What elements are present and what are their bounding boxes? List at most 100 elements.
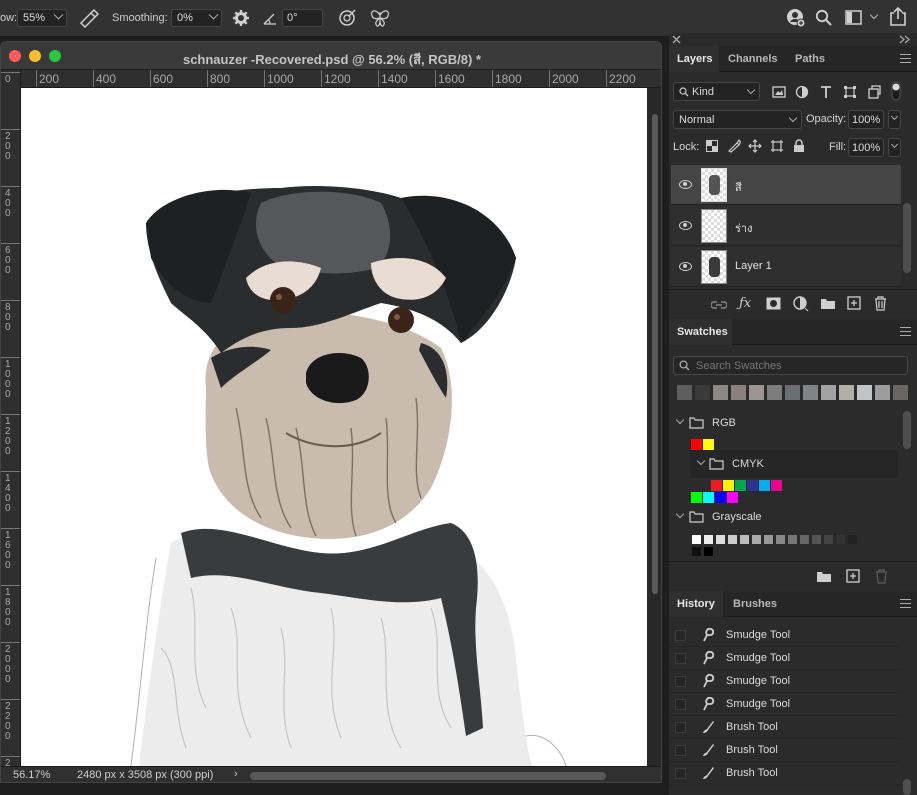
swatch[interactable] [767, 385, 782, 400]
layer-row[interactable]: Layer 1 [671, 247, 901, 287]
history-snapshot-checkbox[interactable] [675, 676, 686, 687]
layer-row[interactable]: สี [671, 165, 901, 205]
history-item[interactable]: Smudge Tool [669, 670, 901, 693]
layers-scrollbar[interactable] [903, 203, 911, 273]
search-swatches-input[interactable]: Search Swatches [673, 356, 908, 375]
swatch[interactable] [821, 385, 836, 400]
history-scrollbar[interactable] [903, 779, 911, 795]
swatch[interactable] [823, 534, 834, 545]
history-item[interactable]: Brush Tool [669, 762, 901, 785]
history-snapshot-checkbox[interactable] [675, 653, 686, 664]
swatch[interactable] [787, 534, 798, 545]
tab-swatches[interactable]: Swatches [669, 319, 732, 345]
swatch[interactable] [835, 534, 846, 545]
adjustment-layer-icon[interactable] [793, 296, 809, 312]
swatch[interactable] [785, 385, 800, 400]
smoothing-dropdown[interactable]: 0% [171, 9, 222, 27]
lock-all-icon[interactable] [793, 139, 805, 153]
new-swatch-icon[interactable] [846, 569, 860, 583]
link-layers-icon[interactable] [711, 298, 727, 312]
swatch[interactable] [691, 439, 702, 450]
swatch[interactable] [691, 534, 702, 545]
add-mask-icon[interactable] [766, 297, 781, 310]
search-icon[interactable] [815, 9, 833, 27]
swatch[interactable] [723, 480, 734, 491]
airbrush-icon[interactable] [78, 8, 100, 28]
collapse-panels-icon[interactable] [899, 35, 911, 44]
swatch[interactable] [713, 385, 728, 400]
swatch[interactable] [747, 480, 758, 491]
filter-smart-object-icon[interactable] [867, 85, 881, 99]
swatch[interactable] [893, 385, 908, 400]
angle-input[interactable]: 0° [282, 9, 323, 27]
filter-toggle-icon[interactable] [891, 81, 901, 101]
layer-filter-kind[interactable]: Kind [673, 82, 760, 101]
user-add-icon[interactable] [786, 8, 806, 28]
document-canvas[interactable] [21, 88, 647, 766]
panel-menu-icon[interactable] [900, 54, 911, 63]
swatch[interactable] [739, 534, 750, 545]
swatch-group-rgb[interactable]: RGB [669, 415, 901, 435]
swatch[interactable] [735, 480, 746, 491]
opacity-dropdown-button[interactable] [888, 110, 901, 129]
zoom-level[interactable]: 56.17% [13, 769, 50, 781]
swatch[interactable] [727, 492, 738, 503]
tab-channels[interactable]: Channels [720, 46, 786, 72]
visibility-eye-icon[interactable] [679, 221, 692, 230]
swatch[interactable] [875, 385, 890, 400]
visibility-eye-icon[interactable] [679, 180, 692, 189]
close-icon[interactable] [672, 35, 681, 44]
fx-icon[interactable]: ƒx [739, 296, 751, 311]
swatch[interactable] [811, 534, 822, 545]
swatch[interactable] [711, 480, 722, 491]
tab-layers[interactable]: Layers [669, 46, 719, 72]
swatch[interactable] [703, 534, 714, 545]
history-item[interactable]: Brush Tool [669, 739, 901, 762]
filter-shape-icon[interactable] [843, 85, 857, 99]
lock-image-pixels-icon[interactable] [727, 139, 741, 153]
history-item[interactable]: Brush Tool [669, 716, 901, 739]
new-group-icon[interactable] [820, 297, 836, 310]
new-layer-icon[interactable] [847, 296, 861, 310]
lock-transparent-pixels-icon[interactable] [706, 140, 718, 152]
swatch[interactable] [703, 439, 714, 450]
tab-paths[interactable]: Paths [787, 46, 833, 72]
swatch[interactable] [763, 534, 774, 545]
filter-type-icon[interactable] [819, 85, 833, 99]
swatch-group-cmyk[interactable]: CMYK [690, 450, 898, 478]
swatch[interactable] [775, 534, 786, 545]
swatch[interactable] [847, 534, 858, 545]
swatch[interactable] [677, 385, 692, 400]
trash-icon[interactable] [874, 296, 887, 311]
flow-dropdown[interactable]: 55% [17, 9, 67, 27]
symmetry-butterfly-icon[interactable] [369, 7, 391, 29]
workspace-icon[interactable] [845, 10, 863, 26]
history-snapshot-checkbox[interactable] [675, 722, 686, 733]
vertical-scrollbar[interactable] [650, 88, 660, 766]
lock-artboard-icon[interactable] [770, 139, 784, 153]
swatch[interactable] [727, 534, 738, 545]
history-snapshot-checkbox[interactable] [675, 630, 686, 641]
trash-icon[interactable] [875, 569, 888, 584]
horizontal-scrollbar[interactable] [250, 772, 606, 780]
swatch[interactable] [703, 492, 714, 503]
history-item[interactable]: Smudge Tool [669, 647, 901, 670]
layer-row[interactable]: ร่าง [671, 206, 901, 246]
tab-brushes[interactable]: Brushes [725, 591, 785, 617]
tab-history[interactable]: History [669, 591, 723, 617]
history-item[interactable]: Smudge Tool [669, 624, 901, 647]
swatches-scrollbar[interactable] [903, 411, 911, 449]
swatch[interactable] [799, 534, 810, 545]
fill-input[interactable]: 100% [848, 138, 884, 157]
history-snapshot-checkbox[interactable] [675, 745, 686, 756]
history-snapshot-checkbox[interactable] [675, 699, 686, 710]
swatch[interactable] [803, 385, 818, 400]
opacity-input[interactable]: 100% [848, 110, 884, 129]
lock-position-icon[interactable] [748, 139, 762, 153]
status-info-arrow[interactable]: › [234, 768, 238, 780]
document-title-bar[interactable]: schnauzer -Recovered.psd @ 56.2% (สี, RG… [1, 42, 661, 70]
swatch[interactable] [771, 480, 782, 491]
vertical-ruler[interactable]: 0 200 400 600 800 1000 1200 1400 1600 1800 2000 220… [1, 70, 21, 766]
swatch[interactable] [715, 492, 726, 503]
pressure-icon[interactable] [337, 8, 357, 28]
